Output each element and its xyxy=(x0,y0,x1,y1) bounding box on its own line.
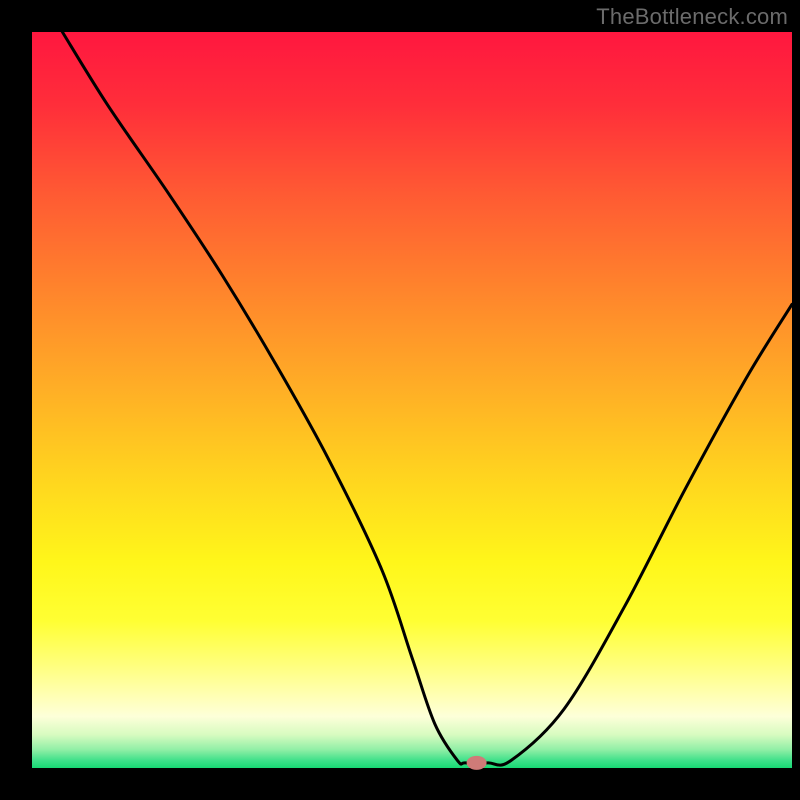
watermark-text: TheBottleneck.com xyxy=(596,4,788,30)
optimal-point-marker xyxy=(467,756,487,770)
bottleneck-chart xyxy=(0,0,800,800)
chart-frame: TheBottleneck.com xyxy=(0,0,800,800)
